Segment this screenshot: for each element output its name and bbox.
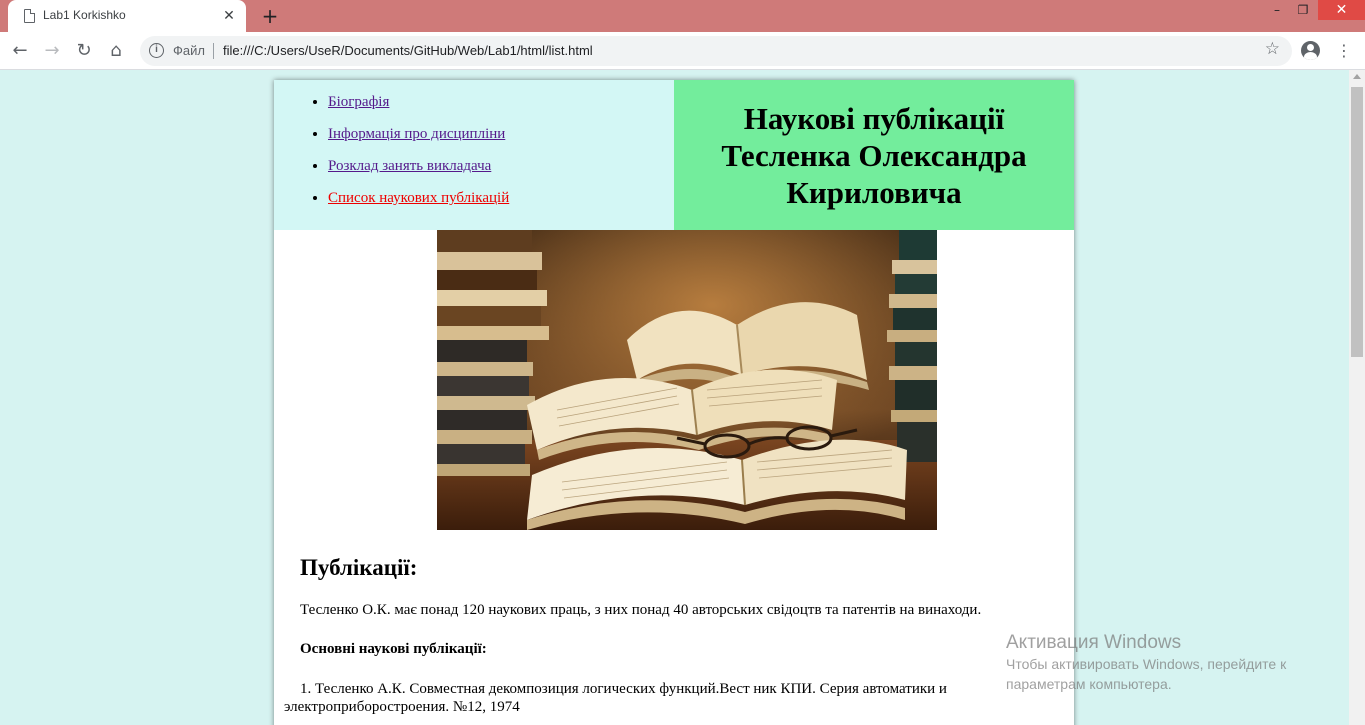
scheme-label: Файл [173, 43, 205, 58]
bookmark-star-icon[interactable]: ☆ [1265, 39, 1280, 59]
browser-titlebar: Lab1 Korkishko ✕ + – ❐ ✕ [0, 0, 1365, 32]
document-icon [24, 8, 36, 23]
nav-item: Інформація про дисципліни [328, 126, 509, 142]
watermark-title: Активация Windows [1006, 632, 1182, 653]
close-tab-icon[interactable]: ✕ [220, 7, 238, 25]
url-text[interactable]: file:///C:/Users/UseR/Documents/GitHub/W… [223, 43, 593, 58]
site-info-icon[interactable]: i [149, 43, 164, 58]
minimize-button[interactable]: – [1263, 0, 1291, 20]
title-panel: Наукові публікації Тесленка Олександра К… [674, 80, 1074, 230]
address-divider [213, 43, 214, 59]
tab-title: Lab1 Korkishko [43, 8, 126, 22]
page-viewport: Біографія Інформація про дисципліни Розк… [0, 70, 1349, 725]
publications-heading: Публікації: [300, 555, 418, 580]
restore-button[interactable]: ❐ [1289, 0, 1317, 20]
nav-panel: Біографія Інформація про дисципліни Розк… [274, 80, 674, 230]
scroll-up-arrow-icon[interactable] [1353, 74, 1361, 79]
scrollbar-thumb[interactable] [1351, 87, 1363, 357]
nav-list: Біографія Інформація про дисципліни Розк… [309, 94, 509, 222]
nav-item: Розклад занять викладача [328, 158, 509, 174]
hero-books-image [437, 230, 937, 530]
nav-item: Біографія [328, 94, 509, 110]
publications-intro: Тесленко О.К. має понад 120 наукових пра… [300, 602, 982, 618]
forward-button[interactable]: → [40, 39, 64, 63]
browser-toolbar: ← → ↻ ⌂ i Файл file:///C:/Users/UseR/Doc… [0, 32, 1365, 70]
nav-link-disciplines[interactable]: Інформація про дисципліни [328, 126, 505, 142]
publication-item: 1. Тесленко А.К. Совместная декомпозиция… [284, 681, 947, 715]
page-title: Наукові публікації Тесленка Олександра К… [721, 100, 1027, 210]
home-button[interactable]: ⌂ [104, 39, 128, 63]
main-publications-label: Основні наукові публікації: [300, 641, 487, 657]
nav-link-schedule[interactable]: Розклад занять викладача [328, 158, 491, 174]
nav-link-publications[interactable]: Список наукових публікацій [328, 190, 509, 206]
vertical-scrollbar[interactable] [1349, 70, 1365, 725]
profile-avatar-icon[interactable] [1301, 41, 1320, 60]
browser-tab[interactable]: Lab1 Korkishko ✕ [8, 0, 246, 32]
browser-menu-icon[interactable]: ⋮ [1336, 40, 1352, 62]
back-button[interactable]: ← [8, 39, 32, 63]
address-bar[interactable]: i Файл file:///C:/Users/UseR/Documents/G… [140, 36, 1292, 66]
close-window-button[interactable]: ✕ [1318, 0, 1365, 20]
new-tab-button[interactable]: + [258, 4, 282, 28]
watermark-subtitle: Чтобы активировать Windows, перейдите к … [1006, 656, 1287, 692]
windows-activation-watermark: Активация Windows Чтобы активировать Win… [1006, 632, 1326, 694]
nav-item: Список наукових публікацій [328, 190, 509, 206]
page-container: Біографія Інформація про дисципліни Розк… [274, 80, 1074, 725]
reload-button[interactable]: ↻ [72, 39, 96, 63]
nav-link-biography[interactable]: Біографія [328, 94, 389, 110]
